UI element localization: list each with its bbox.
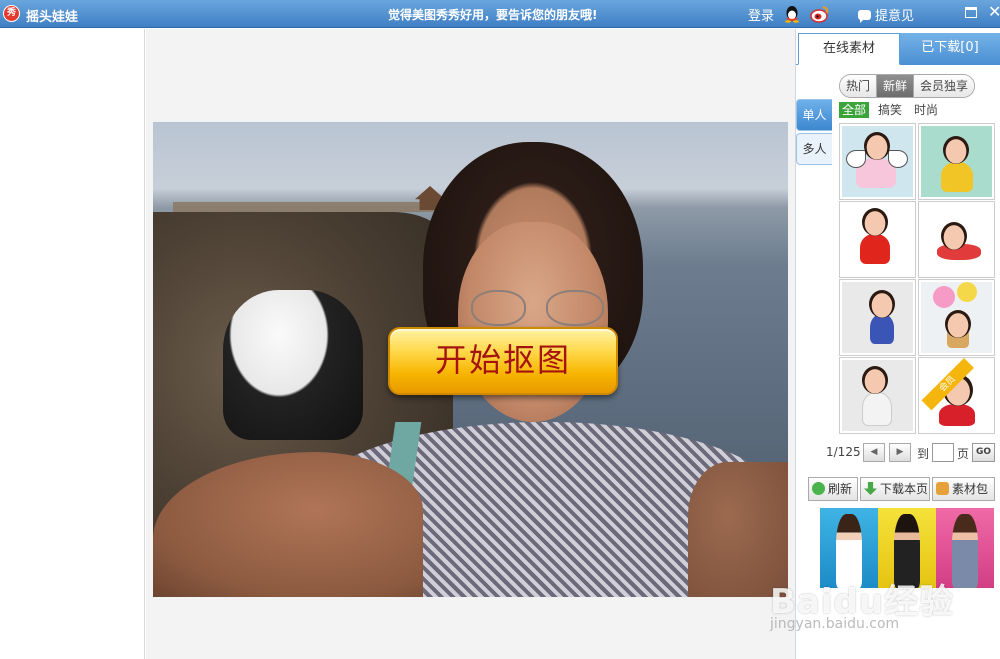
material-grid: 会员 xyxy=(839,123,996,435)
material-pack-button[interactable]: 素材包 xyxy=(932,477,995,501)
watermark-url: jingyan.baidu.com xyxy=(770,616,900,632)
title-bar: 秀 摇头娃娃 觉得美图秀秀好用，要告诉您的朋友哦! 登录 提意见 ✕ xyxy=(0,0,1000,28)
material-thumb[interactable] xyxy=(918,123,995,200)
filter-bar: 全部 搞笑 时尚 xyxy=(839,102,947,118)
sidetab-single[interactable]: 单人 xyxy=(796,99,832,131)
qq-icon[interactable] xyxy=(784,5,800,23)
login-link[interactable]: 登录 xyxy=(748,5,774,24)
refresh-label: 刷新 xyxy=(828,482,853,496)
prev-page-icon[interactable]: ◀ xyxy=(863,443,885,462)
material-pack-label: 素材包 xyxy=(952,482,989,496)
filter-fashion[interactable]: 时尚 xyxy=(911,102,941,118)
material-thumb[interactable] xyxy=(839,123,916,200)
material-thumb[interactable] xyxy=(839,357,916,434)
material-panel: 在线素材 已下载[0] 热门 新鲜 会员独享 单人 多人 全部 搞笑 时尚 会员… xyxy=(796,29,1000,659)
package-icon xyxy=(936,482,949,495)
speech-bubble-icon xyxy=(858,10,871,23)
page-input[interactable] xyxy=(932,443,954,462)
category-hot[interactable]: 热门 xyxy=(840,75,878,97)
maximize-icon[interactable] xyxy=(965,7,977,18)
next-page-icon[interactable]: ▶ xyxy=(889,443,911,462)
goto-label: 到 xyxy=(917,447,930,461)
left-panel xyxy=(0,29,145,659)
tab-downloaded[interactable]: 已下载[0] xyxy=(900,33,1000,65)
tab-online-materials[interactable]: 在线素材 xyxy=(798,33,900,65)
download-icon xyxy=(864,482,877,495)
refresh-icon xyxy=(812,482,825,495)
material-thumb[interactable] xyxy=(918,201,995,278)
photo-man xyxy=(223,290,363,440)
category-fresh[interactable]: 新鲜 xyxy=(877,75,915,97)
photo[interactable]: 开始抠图 xyxy=(153,122,788,597)
close-icon[interactable]: ✕ xyxy=(988,2,1000,21)
feedback-link[interactable]: 提意见 xyxy=(858,5,914,24)
photo-pier xyxy=(173,202,453,212)
category-switcher: 热门 新鲜 会员独享 xyxy=(839,74,976,98)
filter-all[interactable]: 全部 xyxy=(839,102,870,118)
start-cutout-button[interactable]: 开始抠图 xyxy=(388,327,618,395)
material-thumb[interactable] xyxy=(918,279,995,356)
download-page-button[interactable]: 下载本页 xyxy=(860,477,930,501)
download-page-label: 下载本页 xyxy=(880,482,929,496)
weibo-icon[interactable] xyxy=(810,5,830,23)
material-thumb[interactable]: 会员 xyxy=(918,357,995,434)
panel-tabs: 在线素材 已下载[0] xyxy=(796,33,1000,65)
material-thumb[interactable] xyxy=(839,279,916,356)
filter-funny[interactable]: 搞笑 xyxy=(875,102,905,118)
photo-glasses-right xyxy=(546,290,604,326)
slogan-text: 觉得美图秀秀好用，要告诉您的朋友哦! xyxy=(388,8,598,22)
window-title: 摇头娃娃 xyxy=(26,10,79,25)
editing-canvas: 开始抠图 xyxy=(146,29,796,659)
feedback-label: 提意见 xyxy=(875,9,915,24)
page-count: 1/125 xyxy=(826,445,861,459)
photo-glasses-left xyxy=(471,290,526,326)
page-unit-label: 页 xyxy=(957,447,970,461)
refresh-button[interactable]: 刷新 xyxy=(808,477,858,501)
category-member[interactable]: 会员独享 xyxy=(914,75,975,97)
sidetab-multi[interactable]: 多人 xyxy=(796,133,832,165)
material-thumb[interactable] xyxy=(839,201,916,278)
go-button[interactable]: GO xyxy=(972,443,995,462)
app-logo: 秀 xyxy=(3,5,20,22)
